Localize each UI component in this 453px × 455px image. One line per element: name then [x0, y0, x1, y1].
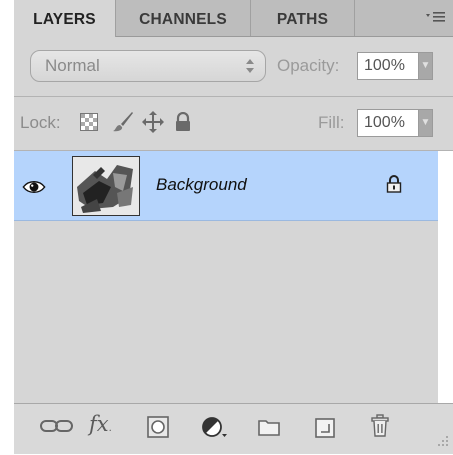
- blend-mode-value: Normal: [45, 56, 100, 75]
- trash-icon[interactable]: [371, 414, 389, 443]
- lock-row: Lock: Fill: 100% ▼: [14, 106, 453, 140]
- fill-dropdown-arrow-icon[interactable]: ▼: [419, 109, 433, 137]
- eye-icon: [22, 180, 46, 194]
- lock-label: Lock:: [20, 113, 61, 132]
- layers-list: Background: [14, 151, 438, 403]
- layer-name[interactable]: Background: [156, 175, 247, 195]
- panel-menu-icon[interactable]: [423, 9, 449, 29]
- blend-row: Normal Opacity: 100% ▼: [14, 50, 453, 84]
- layer-thumbnail: [72, 156, 140, 216]
- link-layers-icon[interactable]: [40, 418, 74, 439]
- layer-row-background[interactable]: Background: [14, 151, 438, 221]
- opacity-dropdown-arrow-icon[interactable]: ▼: [419, 52, 433, 80]
- layers-bottom-toolbar: fx.: [14, 403, 453, 454]
- tab-layers[interactable]: LAYERS: [14, 0, 116, 37]
- lock-image-pixels-icon[interactable]: [112, 111, 134, 138]
- opacity-label: Opacity:: [277, 56, 340, 75]
- lock-position-icon[interactable]: [142, 111, 164, 138]
- layers-panel: LAYERS CHANNELS PATHS Normal Opacity: 10…: [14, 0, 453, 454]
- new-group-folder-icon[interactable]: [258, 418, 280, 441]
- fill-input[interactable]: 100%: [357, 109, 419, 137]
- tab-channels[interactable]: CHANNELS: [116, 0, 251, 36]
- lock-transparent-pixels-icon[interactable]: [80, 113, 98, 136]
- adjustment-layer-icon[interactable]: [201, 416, 229, 445]
- tab-paths[interactable]: PATHS: [251, 0, 355, 36]
- layer-style-fx-icon[interactable]: fx.: [89, 412, 112, 436]
- select-arrows-icon: [245, 51, 255, 91]
- resize-grip-icon[interactable]: [434, 434, 450, 455]
- panel-tab-bar: LAYERS CHANNELS PATHS: [14, 0, 453, 37]
- fill-label: Fill:: [318, 113, 345, 132]
- add-mask-icon[interactable]: [147, 416, 169, 443]
- lock-all-icon[interactable]: [174, 111, 192, 137]
- visibility-toggle[interactable]: [20, 161, 54, 207]
- divider: [14, 96, 453, 97]
- layer-lock-icon: [386, 175, 402, 198]
- opacity-input[interactable]: 100%: [357, 52, 419, 80]
- blend-mode-select[interactable]: Normal: [30, 50, 266, 82]
- scrollbar-track[interactable]: [438, 151, 453, 403]
- new-layer-icon[interactable]: [315, 418, 335, 443]
